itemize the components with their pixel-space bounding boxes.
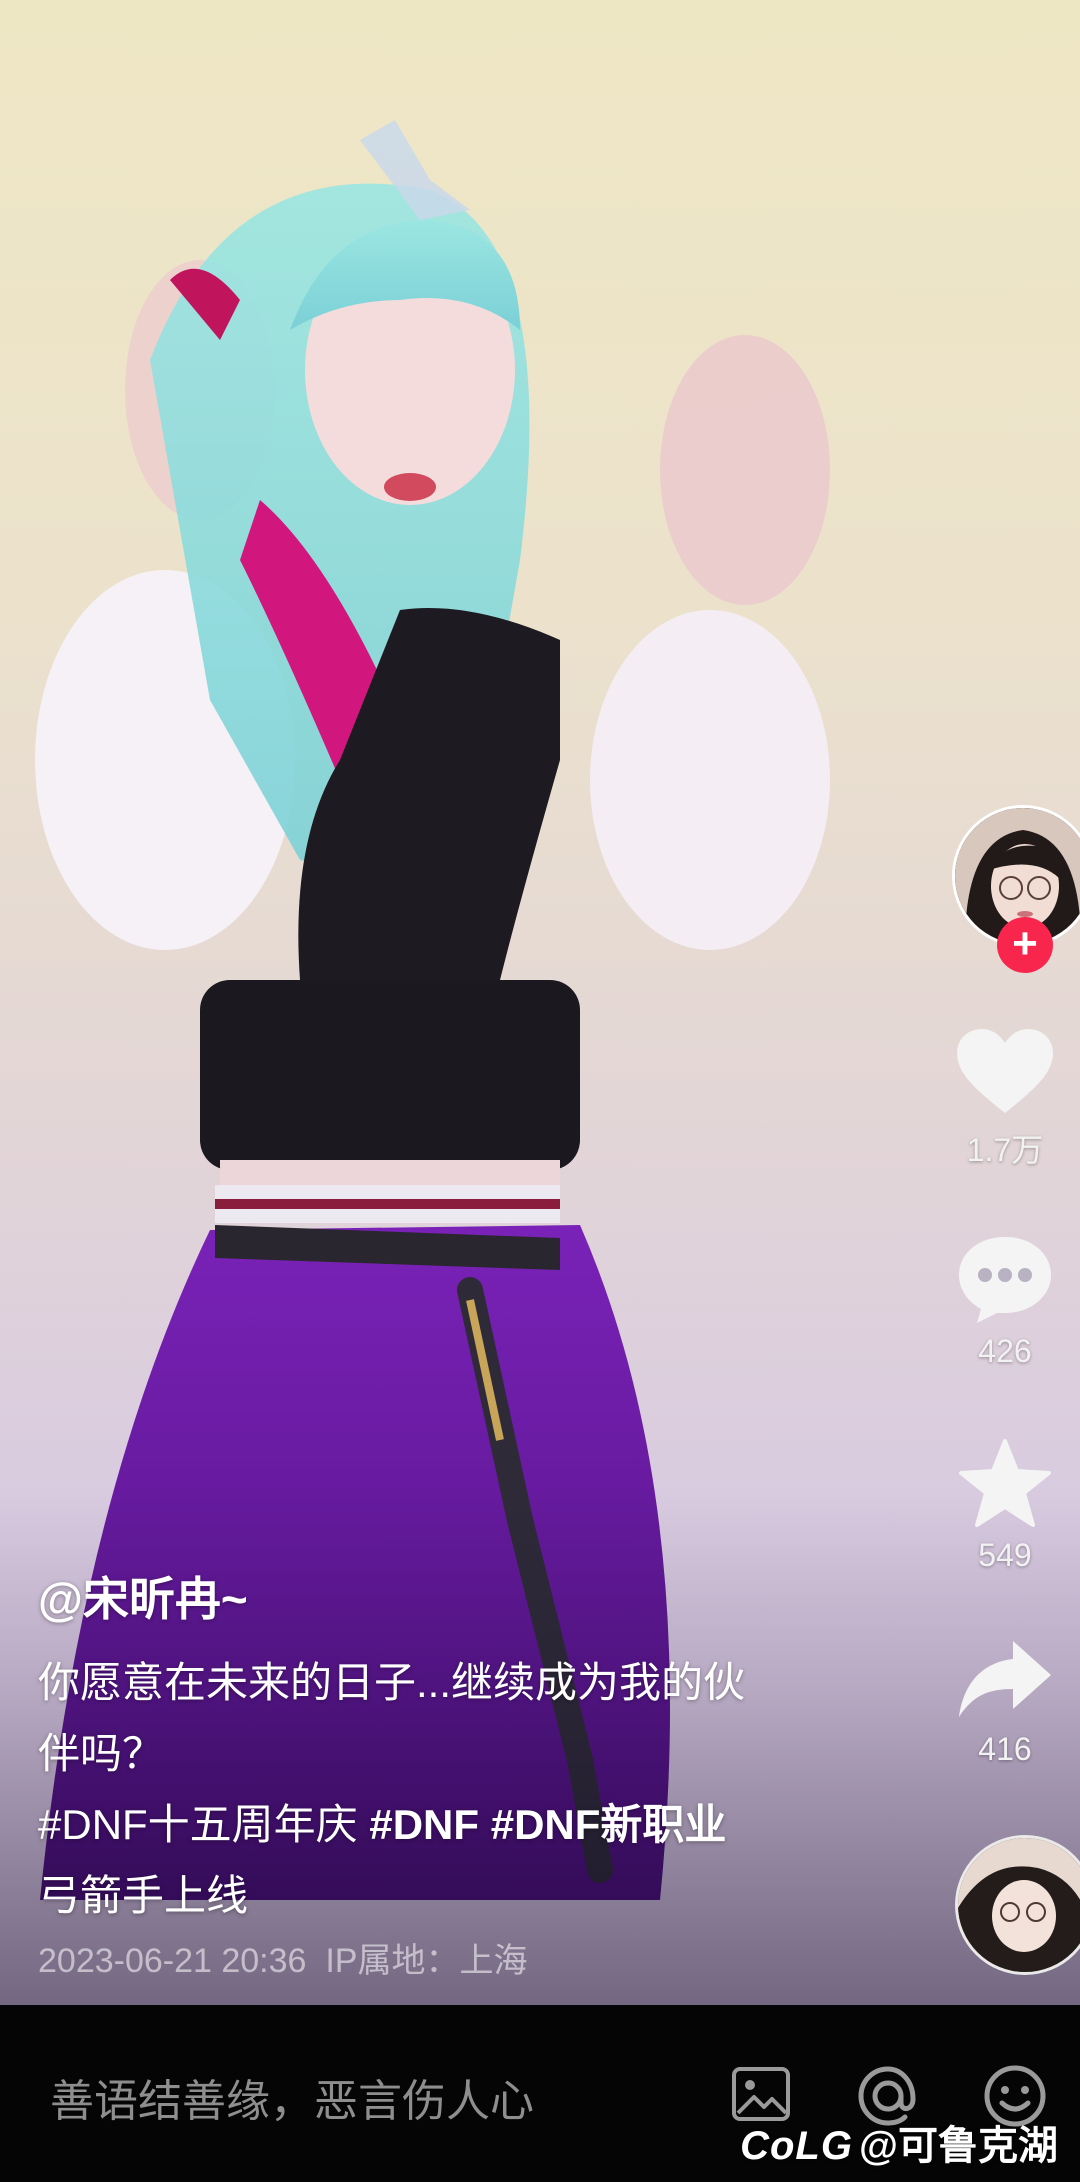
hashtag-line: #DNF十五周年庆 #DNF #DNF新职业 bbox=[38, 1789, 828, 1860]
video-feed-screen: + 1.7万 426 549 416 @宋昕冉~ 你愿意在未来的日子...继续成… bbox=[0, 0, 1080, 2182]
heart-icon bbox=[957, 1029, 1053, 1113]
comment-count: 426 bbox=[978, 1333, 1032, 1369]
comment-bubble-icon bbox=[959, 1237, 1051, 1323]
watermark-text: @可鲁克湖 bbox=[858, 2124, 1058, 2168]
comment-bar: 善语结善缘，恶言伤人心 CoLG @可鲁克湖 bbox=[0, 2005, 1080, 2182]
share-arrow-icon bbox=[959, 1641, 1051, 1717]
ip-location: IP属地：上海 bbox=[325, 1942, 528, 1980]
share-button[interactable]: 416 bbox=[940, 1637, 1070, 1768]
follow-button[interactable]: + bbox=[997, 917, 1053, 973]
like-button[interactable]: 1.7万 bbox=[940, 1027, 1070, 1171]
hashtag-link[interactable]: #DNF新职业 bbox=[491, 1801, 727, 1848]
watermark-logo: CoLG bbox=[740, 2124, 853, 2168]
music-cover-image bbox=[958, 1838, 1080, 1972]
hashtag-link[interactable]: #DNF bbox=[369, 1801, 479, 1848]
comment-button[interactable]: 426 bbox=[940, 1233, 1070, 1370]
star-icon bbox=[959, 1439, 1051, 1527]
author-name[interactable]: @宋昕冉~ bbox=[38, 1563, 828, 1629]
author-avatar[interactable]: + bbox=[952, 805, 1080, 973]
post-date: 2023-06-21 20:36 bbox=[38, 1942, 307, 1980]
description-line: 伴吗？ bbox=[38, 1730, 165, 1777]
description-line: 你愿意在未来的日子...继续成为我的伙 bbox=[38, 1659, 746, 1706]
favorite-button[interactable]: 549 bbox=[940, 1437, 1070, 1574]
comment-input[interactable]: 善语结善缘，恶言伤人心 bbox=[50, 2065, 534, 2129]
post-meta: 2023-06-21 20:36 IP属地：上海 bbox=[38, 1933, 527, 1982]
description-line: 弓箭手上线 bbox=[38, 1872, 249, 1919]
favorite-count: 549 bbox=[978, 1537, 1032, 1573]
share-count: 416 bbox=[978, 1731, 1032, 1767]
like-count: 1.7万 bbox=[966, 1132, 1044, 1168]
watermark: CoLG @可鲁克湖 bbox=[740, 2113, 1058, 2171]
hashtag-link[interactable]: #DNF十五周年庆 bbox=[38, 1801, 358, 1848]
video-caption: @宋昕冉~ 你愿意在未来的日子...继续成为我的伙 伴吗？ #DNF十五周年庆 … bbox=[38, 1563, 828, 1931]
video-description: 你愿意在未来的日子...继续成为我的伙 伴吗？ #DNF十五周年庆 #DNF #… bbox=[38, 1647, 828, 1931]
